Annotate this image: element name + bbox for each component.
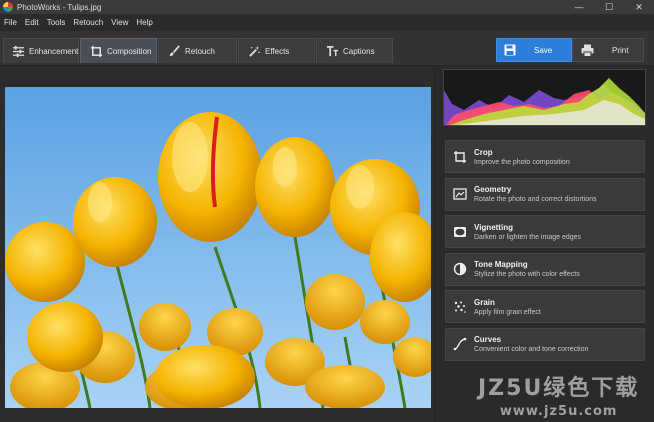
printer-icon: [581, 44, 594, 57]
tool-curves[interactable]: Curves Convenient color and tone correct…: [445, 327, 645, 361]
tool-grain[interactable]: Grain Apply film grain effect: [445, 290, 645, 323]
menu-view[interactable]: View: [111, 18, 128, 27]
histogram: [443, 69, 646, 126]
menu-help[interactable]: Help: [136, 18, 152, 27]
tool-title: Curves: [474, 335, 502, 344]
print-button[interactable]: Print: [572, 38, 644, 62]
brush-icon: [167, 44, 181, 58]
menu-file[interactable]: File: [4, 18, 17, 27]
tulips-photo[interactable]: [5, 87, 431, 408]
tab-label: Enhancement: [29, 46, 79, 56]
tool-title: Vignetting: [474, 222, 513, 232]
menu-retouch[interactable]: Retouch: [73, 18, 103, 27]
curves-icon: [452, 336, 468, 352]
tab-label: Captions: [343, 46, 375, 56]
tab-effects[interactable]: Effects: [238, 38, 315, 63]
tool-tone-mapping[interactable]: Tone Mapping Stylize the photo with colo…: [445, 252, 645, 286]
sliders-icon: [12, 44, 25, 58]
tab-composition[interactable]: Composition: [80, 38, 157, 63]
tool-title: Grain: [474, 297, 495, 307]
title-bar: PhotoWorks - Tulips.jpg — ☐ ✕: [0, 0, 654, 14]
geometry-icon: [452, 186, 468, 202]
tulips-image: [5, 87, 431, 408]
right-panel: Crop Improve the photo composition Geome…: [437, 66, 654, 422]
tool-description: Apply film grain effect: [474, 308, 541, 316]
tab-retouch[interactable]: Retouch: [158, 38, 237, 63]
minimize-button[interactable]: —: [564, 0, 594, 14]
tab-label: Effects: [265, 46, 290, 56]
tab-label: Composition: [107, 46, 152, 56]
watermark-line-2: www.jz5u.com: [499, 404, 618, 419]
close-button[interactable]: ✕: [624, 0, 654, 14]
crop-icon: [452, 149, 468, 165]
tool-list: Crop Improve the photo composition Geome…: [445, 140, 645, 365]
tool-description: Darken or lighten the image edges: [474, 233, 582, 241]
magic-wand-icon: [247, 44, 261, 58]
tool-crop[interactable]: Crop Improve the photo composition: [445, 140, 645, 173]
watermark: JZ5U绿色下载 www.jz5u.com: [478, 370, 639, 419]
tool-vignetting[interactable]: Vignetting Darken or lighten the image e…: [445, 215, 645, 248]
window-title: PhotoWorks - Tulips.jpg: [17, 2, 102, 12]
tab-label: Retouch: [185, 46, 215, 56]
tool-description: Rotate the photo and correct distortions: [474, 196, 597, 203]
image-canvas[interactable]: [0, 66, 436, 422]
save-icon: [504, 44, 516, 56]
tool-title: Geometry: [474, 185, 512, 194]
crop-icon: [89, 44, 103, 58]
watermark-line-1: JZ5U绿色下载: [478, 376, 640, 401]
vignette-icon: [452, 224, 468, 240]
grain-icon: [452, 299, 468, 315]
tab-enhancement[interactable]: Enhancement: [3, 38, 79, 63]
tool-description: Convenient color and tone correction: [474, 346, 589, 353]
menu-tools[interactable]: Tools: [47, 18, 66, 27]
tab-captions[interactable]: Captions: [316, 38, 393, 63]
tool-description: Improve the photo composition: [474, 158, 570, 166]
menu-edit[interactable]: Edit: [25, 18, 39, 27]
tool-title: Crop: [474, 147, 493, 157]
save-button[interactable]: Save: [496, 38, 572, 62]
window-controls: — ☐ ✕: [564, 0, 654, 14]
maximize-button[interactable]: ☐: [594, 0, 624, 14]
tool-description: Stylize the photo with color effects: [474, 271, 580, 278]
text-icon: [325, 44, 339, 58]
print-label: Print: [612, 45, 629, 55]
tool-geometry[interactable]: Geometry Rotate the photo and correct di…: [445, 177, 645, 211]
menu-bar: File Edit Tools Retouch View Help: [0, 14, 654, 31]
tool-title: Tone Mapping: [474, 260, 528, 269]
tone-mapping-icon: [452, 261, 468, 277]
save-label: Save: [534, 45, 553, 55]
app-logo-icon: [3, 2, 13, 12]
